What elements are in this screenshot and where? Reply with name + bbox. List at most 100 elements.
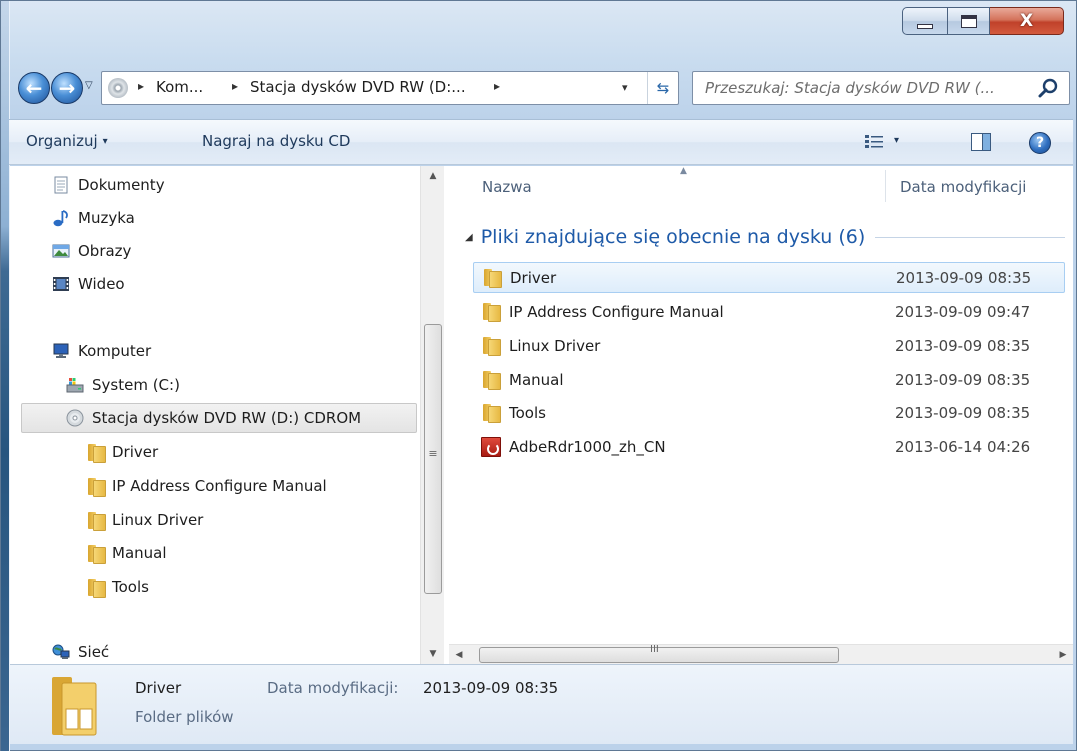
collapse-group-icon[interactable]: ◢ bbox=[465, 232, 473, 243]
folder-icon bbox=[86, 578, 106, 598]
network-icon bbox=[52, 644, 70, 659]
file-list-scrollbar[interactable]: ◀ III ▶ bbox=[449, 644, 1073, 664]
dvd-drive-icon bbox=[66, 409, 84, 427]
music-icon bbox=[53, 210, 68, 227]
scroll-thumb[interactable]: III bbox=[479, 644, 839, 663]
maximize-icon bbox=[960, 14, 977, 28]
column-divider[interactable] bbox=[885, 170, 886, 202]
scroll-left-icon[interactable]: ◀ bbox=[449, 645, 469, 665]
file-date: 2013-06-14 04:26 bbox=[895, 437, 1031, 456]
forward-button[interactable]: → bbox=[51, 72, 83, 104]
folder-icon bbox=[86, 544, 106, 564]
nav-item-documents[interactable]: Dokumenty bbox=[52, 170, 165, 200]
breadcrumb-dvd-drive[interactable]: Stacja dysków DVD RW (D:... bbox=[250, 78, 466, 96]
breadcrumb-arrow-icon[interactable]: ▸ bbox=[232, 79, 238, 93]
scroll-down-icon[interactable]: ▼ bbox=[421, 644, 445, 664]
folder-icon bbox=[86, 443, 106, 463]
nav-item-system-drive[interactable]: System (C:) bbox=[66, 370, 180, 400]
help-icon[interactable]: ? bbox=[1029, 132, 1051, 154]
pictures-icon bbox=[52, 244, 70, 258]
chevron-down-icon: ▾ bbox=[102, 136, 108, 147]
recent-pages-button[interactable]: ▽ bbox=[85, 80, 93, 91]
nav-item-dvd-drive[interactable]: Stacja dysków DVD RW (D:) CDROM bbox=[21, 403, 417, 433]
navigation-pane-scrollbar[interactable]: ▲ ≡ ▼ bbox=[420, 166, 444, 664]
folder-icon bbox=[481, 370, 501, 390]
navigation-pane: Dokumenty Muzyka Obrazy Wideo Komputer S… bbox=[10, 166, 445, 664]
maximize-button[interactable] bbox=[948, 7, 990, 35]
file-row[interactable]: Tools 2013-09-09 08:35 bbox=[473, 397, 1065, 428]
nav-item-label: Sieć bbox=[78, 643, 110, 661]
date-modified-value: 2013-09-09 08:35 bbox=[423, 679, 559, 697]
breadcrumb-arrow-icon[interactable]: ▸ bbox=[494, 79, 500, 93]
nav-item-tools[interactable]: Tools bbox=[86, 572, 149, 602]
folder-icon bbox=[481, 403, 501, 423]
refresh-button[interactable]: ⇆ bbox=[647, 72, 678, 104]
main-area: Dokumenty Muzyka Obrazy Wideo Komputer S… bbox=[10, 166, 1073, 664]
file-name: Manual bbox=[509, 370, 564, 389]
folder-icon bbox=[86, 511, 106, 531]
breadcrumb-computer[interactable]: Kom... bbox=[156, 78, 203, 96]
file-date: 2013-09-09 09:47 bbox=[895, 302, 1031, 321]
close-button[interactable]: X bbox=[990, 7, 1064, 35]
view-options-chevron-icon[interactable]: ▾ bbox=[894, 135, 899, 146]
back-arrow-icon: ← bbox=[25, 76, 43, 100]
nav-item-label: Muzyka bbox=[78, 209, 135, 227]
scroll-up-icon[interactable]: ▲ bbox=[421, 166, 445, 186]
file-row[interactable]: AdbeRdr1000_zh_CN 2013-06-14 04:26 bbox=[473, 431, 1065, 462]
breadcrumb-arrow-icon[interactable]: ▸ bbox=[138, 79, 144, 93]
nav-item-pictures[interactable]: Obrazy bbox=[52, 236, 131, 266]
drive-icon bbox=[66, 378, 84, 393]
nav-item-computer[interactable]: Komputer bbox=[52, 336, 151, 366]
folder-icon bbox=[482, 268, 502, 288]
scroll-right-icon[interactable]: ▶ bbox=[1053, 645, 1073, 665]
nav-item-manual[interactable]: Manual bbox=[86, 538, 167, 568]
file-date: 2013-09-09 08:35 bbox=[895, 336, 1031, 355]
column-date-modified[interactable]: Data modyfikacji bbox=[900, 178, 1026, 196]
computer-icon bbox=[53, 343, 69, 358]
documents-icon bbox=[54, 176, 68, 194]
minimize-button[interactable] bbox=[902, 7, 948, 35]
group-label: Pliki znajdujące się obecnie na dysku (6… bbox=[480, 226, 866, 248]
file-row[interactable]: Linux Driver 2013-09-09 08:35 bbox=[473, 330, 1065, 361]
back-button[interactable]: ← bbox=[18, 72, 50, 104]
nav-item-video[interactable]: Wideo bbox=[52, 269, 125, 299]
search-box[interactable]: Przeszukaj: Stacja dysków DVD RW (... bbox=[692, 71, 1070, 105]
nav-item-label: Dokumenty bbox=[78, 176, 165, 194]
caption-buttons: X bbox=[902, 7, 1064, 39]
column-header: ▲ Nazwa Data modyfikacji bbox=[449, 166, 1073, 206]
nav-item-music[interactable]: Muzyka bbox=[52, 203, 135, 233]
file-list-pane: ▲ Nazwa Data modyfikacji ◢ Pliki znajduj… bbox=[449, 166, 1073, 664]
preview-pane-icon[interactable] bbox=[971, 133, 991, 151]
search-icon[interactable] bbox=[1037, 77, 1059, 99]
dvd-drive-icon bbox=[108, 78, 128, 98]
item-type: Folder plików bbox=[135, 708, 234, 726]
column-name[interactable]: Nazwa bbox=[482, 178, 532, 196]
grip-icon: ≡ bbox=[428, 447, 438, 460]
organize-button[interactable]: Organizuj ▾ bbox=[26, 132, 108, 150]
nav-item-label: Obrazy bbox=[78, 242, 132, 260]
file-date: 2013-09-09 08:35 bbox=[896, 268, 1032, 287]
burn-to-cd-button[interactable]: Nagraj na dysku CD bbox=[202, 132, 350, 150]
nav-item-driver[interactable]: Driver bbox=[86, 437, 158, 467]
folder-icon bbox=[481, 336, 501, 356]
search-input[interactable]: Przeszukaj: Stacja dysków DVD RW (... bbox=[705, 79, 995, 97]
organize-label: Organizuj bbox=[26, 132, 98, 150]
file-row[interactable]: IP Address Configure Manual 2013-09-09 0… bbox=[473, 296, 1065, 327]
address-bar[interactable]: ▸ Kom... ▸ Stacja dysków DVD RW (D:... ▸… bbox=[101, 71, 679, 105]
window-edge bbox=[1, 1, 10, 751]
file-row[interactable]: Driver 2013-09-09 08:35 bbox=[473, 262, 1065, 293]
nav-item-network[interactable]: Sieć bbox=[52, 637, 109, 667]
window-frame: X ← → ▽ ▸ Kom... ▸ Stacja dysków DVD RW … bbox=[0, 0, 1077, 751]
details-pane: Driver Data modyfikacji: 2013-09-09 08:3… bbox=[10, 664, 1073, 744]
nav-item-label: Manual bbox=[112, 544, 167, 562]
folder-icon bbox=[481, 302, 501, 322]
change-view-icon[interactable] bbox=[865, 134, 883, 150]
file-row[interactable]: Manual 2013-09-09 08:35 bbox=[473, 364, 1065, 395]
address-dropdown-icon[interactable]: ▾ bbox=[622, 81, 628, 94]
scroll-thumb[interactable]: ≡ bbox=[424, 324, 442, 594]
file-name: Tools bbox=[509, 403, 546, 422]
file-group-header[interactable]: ◢ Pliki znajdujące się obecnie na dysku … bbox=[465, 222, 1065, 252]
file-name: IP Address Configure Manual bbox=[509, 302, 724, 321]
nav-item-linux-driver[interactable]: Linux Driver bbox=[86, 505, 203, 535]
nav-item-ip-address-manual[interactable]: IP Address Configure Manual bbox=[86, 471, 327, 501]
